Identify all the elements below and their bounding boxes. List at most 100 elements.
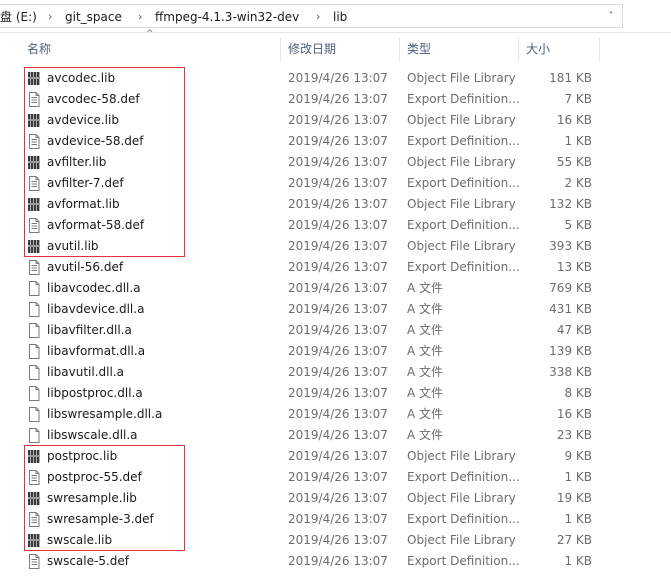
file-type: Object File Library bbox=[407, 449, 516, 463]
file-modified-date: 2019/4/26 13:07 bbox=[288, 197, 388, 211]
column-divider[interactable] bbox=[280, 37, 281, 61]
column-divider[interactable] bbox=[399, 37, 400, 61]
column-header-date[interactable]: 修改日期 bbox=[288, 37, 336, 61]
file-modified-date: 2019/4/26 13:07 bbox=[288, 155, 388, 169]
file-row[interactable]: libswscale.dll.a 2019/4/26 13:07 A 文件 23 KB bbox=[0, 425, 600, 446]
file-row[interactable]: libavcodec.dll.a 2019/4/26 13:07 A 文件 769 K… bbox=[0, 278, 600, 299]
chevron-right-icon[interactable]: › bbox=[48, 9, 52, 25]
breadcrumb-lib[interactable]: lib bbox=[333, 9, 347, 25]
file-type: A 文件 bbox=[407, 407, 444, 421]
file-size: 7 KB bbox=[564, 92, 592, 106]
file-type: A 文件 bbox=[407, 428, 444, 442]
file-size: 16 KB bbox=[556, 113, 592, 127]
file-modified-date: 2019/4/26 13:07 bbox=[288, 491, 388, 505]
file-row[interactable]: swscale-5.def 2019/4/26 13:07 Export Defin… bbox=[0, 551, 600, 572]
file-modified-date: 2019/4/26 13:07 bbox=[288, 533, 388, 547]
file-modified-date: 2019/4/26 13:07 bbox=[288, 134, 388, 148]
file-row[interactable]: libswresample.dll.a 2019/4/26 13:07 A 文件 16… bbox=[0, 404, 600, 425]
file-size: 393 KB bbox=[549, 239, 592, 253]
blank-file-icon bbox=[29, 281, 40, 296]
file-modified-date: 2019/4/26 13:07 bbox=[288, 449, 388, 463]
file-type: Object File Library bbox=[407, 71, 516, 85]
file-name: libavdevice.dll.a bbox=[47, 302, 145, 316]
file-name: libavutil.dll.a bbox=[47, 365, 124, 379]
column-divider[interactable] bbox=[599, 37, 600, 61]
file-size: 23 KB bbox=[556, 428, 592, 442]
file-size: 13 KB bbox=[556, 260, 592, 274]
column-header-type[interactable]: 类型 bbox=[407, 37, 431, 61]
file-type: A 文件 bbox=[407, 344, 444, 358]
blank-file-icon bbox=[29, 365, 40, 380]
file-type: Object File Library bbox=[407, 533, 516, 547]
file-modified-date: 2019/4/26 13:07 bbox=[288, 386, 388, 400]
file-name: swscale-5.def bbox=[47, 554, 129, 568]
file-name: libswscale.dll.a bbox=[47, 428, 138, 442]
file-name: libswresample.dll.a bbox=[47, 407, 163, 421]
file-type: A 文件 bbox=[407, 281, 444, 295]
file-modified-date: 2019/4/26 13:07 bbox=[288, 323, 388, 337]
file-size: 19 KB bbox=[556, 491, 592, 505]
file-size: 5 KB bbox=[564, 218, 592, 232]
blank-file-icon bbox=[29, 386, 40, 401]
file-size: 9 KB bbox=[564, 449, 592, 463]
chevron-right-icon[interactable]: › bbox=[316, 9, 320, 25]
file-size: 769 KB bbox=[549, 281, 592, 295]
file-row[interactable]: libavformat.dll.a 2019/4/26 13:07 A 文件 139 … bbox=[0, 341, 600, 362]
file-size: 1 KB bbox=[564, 470, 592, 484]
file-size: 431 KB bbox=[549, 302, 592, 316]
file-type: Export Definition... bbox=[407, 92, 520, 106]
file-row[interactable]: libavdevice.dll.a 2019/4/26 13:07 A 文件 431 … bbox=[0, 299, 600, 320]
column-header-size[interactable]: 大小 bbox=[526, 37, 550, 61]
file-modified-date: 2019/4/26 13:07 bbox=[288, 512, 388, 526]
breadcrumb-ffmpeg-folder[interactable]: ffmpeg-4.1.3-win32-dev bbox=[155, 9, 299, 25]
chevron-down-icon[interactable]: ˅ bbox=[600, 9, 622, 25]
file-modified-date: 2019/4/26 13:07 bbox=[288, 344, 388, 358]
file-modified-date: 2019/4/26 13:07 bbox=[288, 302, 388, 316]
file-type: Export Definition... bbox=[407, 134, 520, 148]
file-size: 181 KB bbox=[549, 71, 592, 85]
breadcrumb-drive[interactable]: 盘 (E:) bbox=[0, 9, 37, 25]
def-file-icon bbox=[29, 554, 40, 569]
file-size: 132 KB bbox=[549, 197, 592, 211]
column-header-name[interactable]: 名称 bbox=[27, 37, 51, 61]
file-modified-date: 2019/4/26 13:07 bbox=[288, 428, 388, 442]
file-modified-date: 2019/4/26 13:07 bbox=[288, 554, 388, 568]
file-size: 47 KB bbox=[556, 323, 592, 337]
def-file-icon bbox=[29, 260, 40, 275]
file-row[interactable]: libavfilter.dll.a 2019/4/26 13:07 A 文件 47 K… bbox=[0, 320, 600, 341]
file-modified-date: 2019/4/26 13:07 bbox=[288, 407, 388, 421]
file-modified-date: 2019/4/26 13:07 bbox=[288, 92, 388, 106]
file-type: Export Definition... bbox=[407, 218, 520, 232]
file-type: Object File Library bbox=[407, 491, 516, 505]
column-header-row: 名称 修改日期 类型 大小 bbox=[0, 37, 671, 61]
vertical-scrollbar[interactable] bbox=[660, 37, 671, 583]
file-size: 139 KB bbox=[549, 344, 592, 358]
file-name: libavfilter.dll.a bbox=[47, 323, 132, 337]
file-type: Export Definition... bbox=[407, 260, 520, 274]
file-type: Export Definition... bbox=[407, 176, 520, 190]
file-name: libavformat.dll.a bbox=[47, 344, 146, 358]
file-modified-date: 2019/4/26 13:07 bbox=[288, 365, 388, 379]
address-bar[interactable]: 盘 (E:) › git_space › ffmpeg-4.1.3-win32-… bbox=[0, 0, 671, 33]
address-field[interactable]: 盘 (E:) › git_space › ffmpeg-4.1.3-win32-… bbox=[0, 4, 623, 28]
file-type: A 文件 bbox=[407, 365, 444, 379]
file-size: 8 KB bbox=[564, 386, 592, 400]
file-row[interactable]: libpostproc.dll.a 2019/4/26 13:07 A 文件 8 KB bbox=[0, 383, 600, 404]
file-type: A 文件 bbox=[407, 302, 444, 316]
column-divider[interactable] bbox=[518, 37, 519, 61]
file-type: Export Definition... bbox=[407, 554, 520, 568]
file-modified-date: 2019/4/26 13:07 bbox=[288, 260, 388, 274]
file-type: Export Definition... bbox=[407, 512, 520, 526]
file-size: 16 KB bbox=[556, 407, 592, 421]
file-row[interactable]: avutil-56.def 2019/4/26 13:07 Export Defin… bbox=[0, 257, 600, 278]
file-row[interactable]: libavutil.dll.a 2019/4/26 13:07 A 文件 338 KB bbox=[0, 362, 600, 383]
file-type: Object File Library bbox=[407, 197, 516, 211]
file-name: libpostproc.dll.a bbox=[47, 386, 143, 400]
file-modified-date: 2019/4/26 13:07 bbox=[288, 218, 388, 232]
chevron-right-icon[interactable]: › bbox=[138, 9, 142, 25]
file-modified-date: 2019/4/26 13:07 bbox=[288, 71, 388, 85]
breadcrumb-git-space[interactable]: git_space bbox=[65, 9, 122, 25]
file-name: libavcodec.dll.a bbox=[47, 281, 141, 295]
file-modified-date: 2019/4/26 13:07 bbox=[288, 176, 388, 190]
highlight-box bbox=[24, 67, 185, 257]
